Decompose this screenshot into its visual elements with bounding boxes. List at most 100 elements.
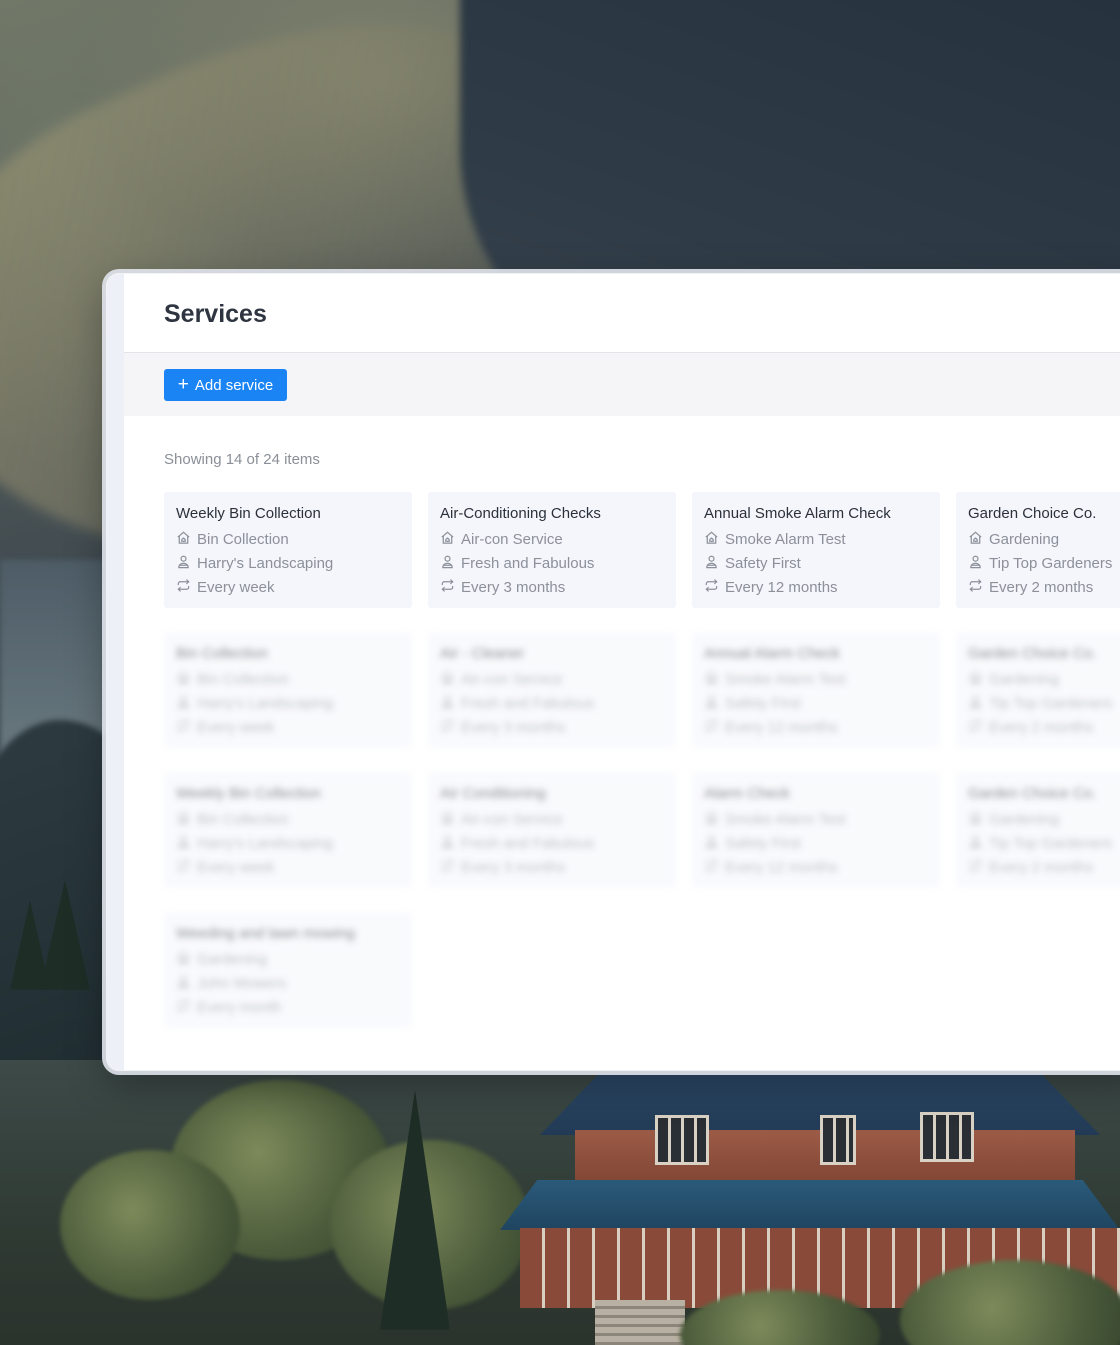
service-category: Bin Collection (176, 808, 400, 832)
service-provider-label: Fresh and Fabulous (461, 835, 595, 852)
service-card[interactable]: Air Conditioning Air-con Service Fresh and… (428, 772, 676, 888)
service-category: Air-con Service (440, 528, 664, 552)
service-card[interactable]: Air-Conditioning Checks Air-con Service Fr… (428, 492, 676, 608)
repeat-icon (968, 578, 983, 599)
service-frequency: Every 3 months (440, 576, 664, 600)
services-window: Services + Add service Showing 14 of 24 … (107, 274, 1120, 1070)
service-provider: Safety First (704, 552, 928, 576)
service-category-label: Gardening (989, 671, 1060, 688)
person-icon (968, 694, 983, 715)
service-card[interactable]: Garden Choice Co. Gardening Tip Top Garden… (956, 632, 1120, 748)
service-frequency-label: Every week (197, 719, 275, 736)
service-title: Annual Smoke Alarm Check (704, 505, 891, 522)
home-icon (968, 810, 983, 831)
service-card[interactable]: Annual Alarm Check Smoke Alarm Test Safety… (692, 632, 940, 748)
service-title: Alarm Check (704, 785, 790, 802)
service-provider-label: John Mowers (197, 975, 287, 992)
service-frequency-label: Every 3 months (461, 719, 566, 736)
service-provider: John Mowers (176, 972, 400, 996)
service-provider-label: Fresh and Fabulous (461, 555, 595, 572)
service-card[interactable]: Weekly Bin Collection Bin Collection Harry… (164, 492, 412, 608)
service-category: Smoke Alarm Test (704, 528, 928, 552)
service-frequency: Every week (176, 856, 400, 880)
service-provider: Safety First (704, 692, 928, 716)
service-title: Garden Choice Co. (968, 645, 1097, 662)
service-frequency-label: Every month (197, 999, 282, 1016)
repeat-icon (440, 718, 455, 739)
repeat-icon (440, 578, 455, 599)
service-category-label: Gardening (197, 951, 268, 968)
service-card[interactable]: Garden Choice Co. Gardening Tip Top Garden… (956, 492, 1120, 608)
repeat-icon (704, 718, 719, 739)
service-category-label: Gardening (989, 531, 1060, 548)
service-frequency: Every 2 months (968, 576, 1120, 600)
service-title: Annual Alarm Check (704, 645, 840, 662)
person-icon (704, 694, 719, 715)
repeat-icon (176, 578, 191, 599)
service-provider: Fresh and Fabulous (440, 692, 664, 716)
service-card[interactable]: Annual Smoke Alarm Check Smoke Alarm Test… (692, 492, 940, 608)
service-provider-label: Fresh and Fabulous (461, 695, 595, 712)
service-frequency-label: Every 3 months (461, 579, 566, 596)
service-frequency-label: Every 2 months (989, 579, 1094, 596)
service-category-label: Air-con Service (461, 531, 563, 548)
home-icon (704, 670, 719, 691)
service-category-label: Smoke Alarm Test (725, 811, 846, 828)
service-category: Gardening (968, 668, 1120, 692)
service-frequency-label: Every 12 months (725, 579, 838, 596)
service-category-label: Gardening (989, 811, 1060, 828)
service-provider: Harry's Landscaping (176, 692, 400, 716)
repeat-icon (176, 858, 191, 879)
service-provider-label: Tip Top Gardeners (989, 555, 1113, 572)
service-frequency: Every 3 months (440, 856, 664, 880)
service-frequency-label: Every 12 months (725, 719, 838, 736)
service-frequency-label: Every 2 months (989, 719, 1094, 736)
person-icon (176, 974, 191, 995)
service-provider-label: Tip Top Gardeners (989, 835, 1113, 852)
person-icon (968, 554, 983, 575)
service-card[interactable]: Bin Collection Bin Collection Harry's Land… (164, 632, 412, 748)
home-icon (704, 530, 719, 551)
person-icon (440, 694, 455, 715)
sidebar-edge (107, 274, 124, 1070)
service-frequency: Every 12 months (704, 716, 928, 740)
service-card[interactable]: Garden Choice Co. Gardening Tip Top Garden… (956, 772, 1120, 888)
service-card[interactable]: Alarm Check Smoke Alarm Test Safety First E… (692, 772, 940, 888)
service-category: Bin Collection (176, 668, 400, 692)
service-provider-label: Safety First (725, 835, 801, 852)
service-title: Garden Choice Co. (968, 505, 1097, 522)
home-icon (440, 810, 455, 831)
service-title: Bin Collection (176, 645, 268, 662)
service-card[interactable]: Weeding and lawn mowing Gardening John Mow… (164, 912, 412, 1028)
add-service-button[interactable]: + Add service (164, 369, 287, 401)
service-frequency-label: Every week (197, 859, 275, 876)
service-frequency: Every 12 months (704, 856, 928, 880)
service-provider: Tip Top Gardeners (968, 552, 1120, 576)
service-category: Smoke Alarm Test (704, 808, 928, 832)
service-provider-label: Harry's Landscaping (197, 555, 334, 572)
service-provider-label: Safety First (725, 695, 801, 712)
service-title: Air - Cleaner (440, 645, 525, 662)
service-frequency-label: Every 3 months (461, 859, 566, 876)
service-category: Gardening (968, 808, 1120, 832)
service-frequency-label: Every 12 months (725, 859, 838, 876)
repeat-icon (704, 858, 719, 879)
person-icon (176, 554, 191, 575)
service-category-label: Air-con Service (461, 811, 563, 828)
service-provider: Safety First (704, 832, 928, 856)
service-card[interactable]: Air - Cleaner Air-con Service Fresh and Fa… (428, 632, 676, 748)
items-count: Showing 14 of 24 items (164, 451, 320, 468)
service-provider-label: Harry's Landscaping (197, 695, 334, 712)
service-category: Smoke Alarm Test (704, 668, 928, 692)
home-icon (440, 670, 455, 691)
repeat-icon (176, 718, 191, 739)
services-grid: Weekly Bin Collection Bin Collection Harry… (164, 492, 1120, 1028)
person-icon (176, 694, 191, 715)
service-title: Air Conditioning (440, 785, 546, 802)
home-icon (176, 670, 191, 691)
service-category-label: Smoke Alarm Test (725, 531, 846, 548)
service-card[interactable]: Weekly Bin Collection Bin Collection Harry… (164, 772, 412, 888)
repeat-icon (704, 578, 719, 599)
services-content: Showing 14 of 24 items Weekly Bin Collec… (124, 416, 1120, 1070)
page-header: Services (124, 274, 1120, 353)
